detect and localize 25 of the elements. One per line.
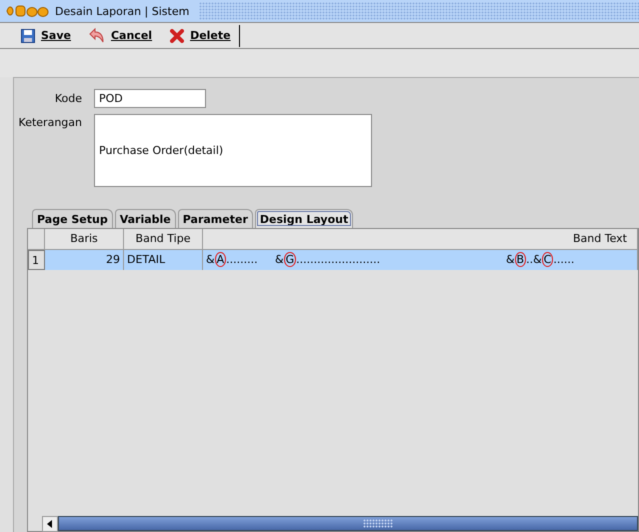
delete-button[interactable]: Delete	[161, 24, 240, 46]
bee-logo-icon	[5, 4, 51, 18]
cancel-button[interactable]: Cancel	[80, 24, 162, 46]
x-icon	[170, 28, 184, 42]
scroll-left-icon[interactable]	[42, 516, 58, 532]
table-cell: 29	[45, 250, 124, 270]
table-cell: & A ......... & G ........................ & B ..& C ......	[203, 250, 638, 270]
field-label: Kode	[54, 92, 83, 105]
field-label: Keterangan	[18, 115, 83, 129]
keterangan-field[interactable]: Purchase Order(detail)	[94, 114, 372, 187]
table-cell: DETAIL	[124, 250, 203, 270]
tab[interactable]: Variable	[114, 209, 176, 228]
horizontal-scrollbar[interactable]	[42, 516, 638, 531]
tab[interactable]: Parameter	[178, 209, 253, 228]
tab[interactable]: Design Layout	[254, 209, 354, 228]
column-header: Band Text	[203, 229, 638, 249]
undo-arrow-icon	[88, 28, 105, 44]
column-header: Band Tipe	[124, 229, 203, 249]
row-number: 1	[28, 250, 45, 270]
column-header: Baris	[45, 229, 124, 249]
save-button[interactable]: Save	[12, 24, 80, 46]
table-row[interactable]: 1 29 DETAIL & A ......... & G ........................ & B ..& C ......	[28, 250, 638, 270]
kode-field[interactable]: POD	[94, 89, 206, 108]
tab[interactable]: Page Setup	[32, 209, 113, 228]
window-title: Desain Laporan | Sistem	[55, 4, 190, 18]
